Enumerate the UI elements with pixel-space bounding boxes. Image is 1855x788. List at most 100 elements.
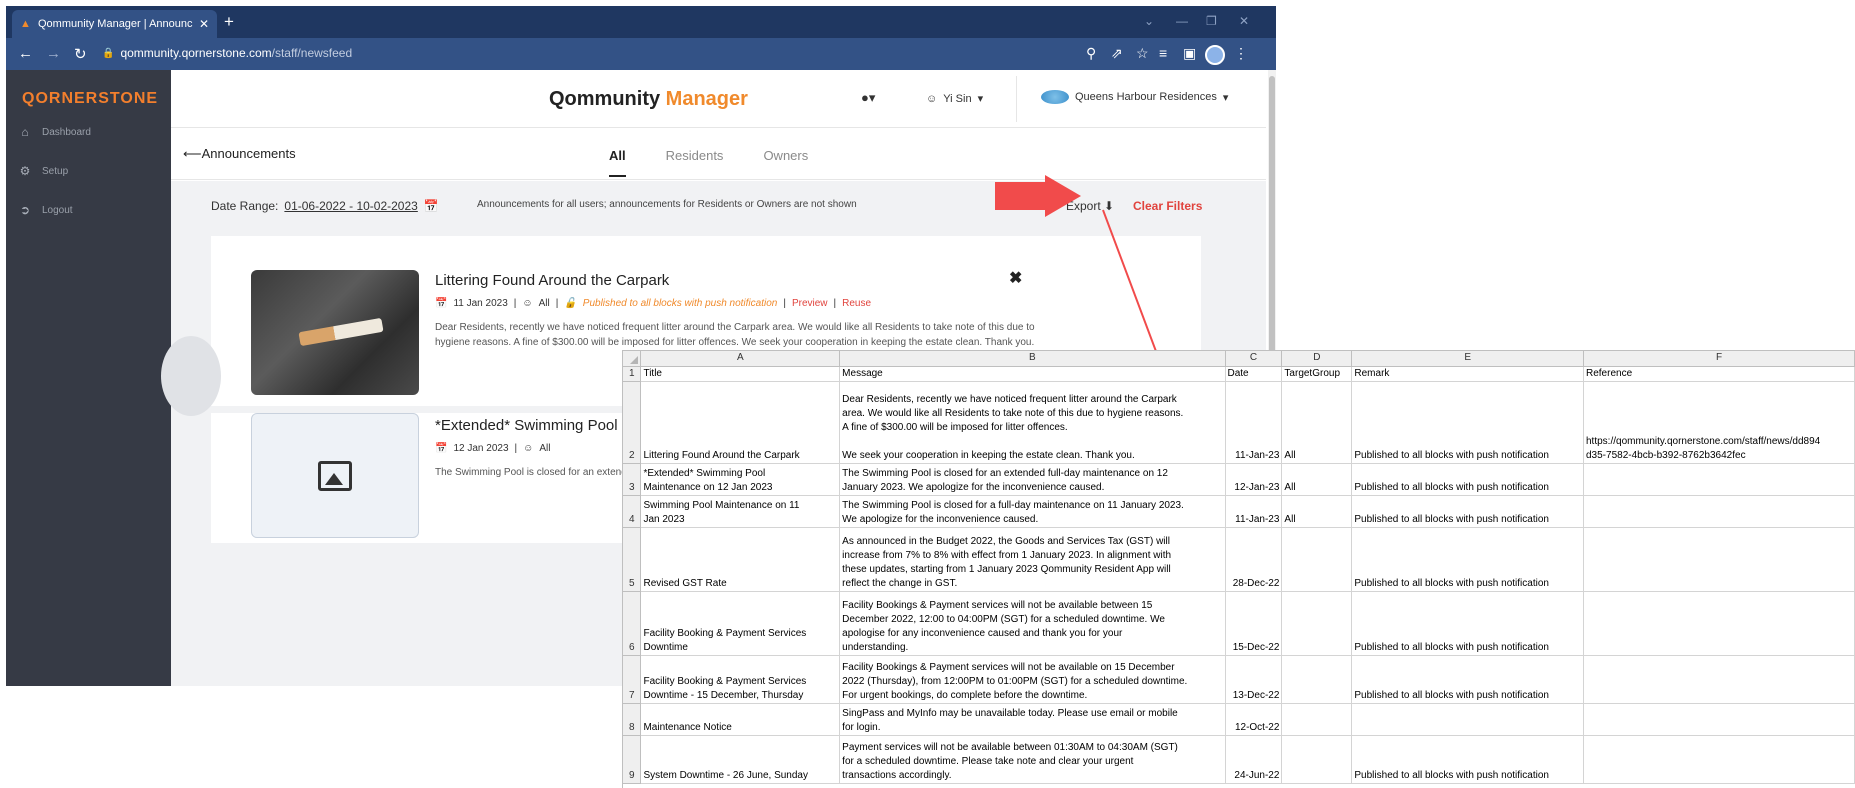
sheet-cell[interactable] [1583,735,1855,784]
column-header-c[interactable]: C [1225,351,1283,367]
sheet-cell[interactable]: SingPass and MyInfo may be unavailable t… [839,703,1226,736]
sheet-cell[interactable]: Facility Booking & Payment Services Down… [640,591,841,656]
sheet-cell[interactable]: Remark [1351,366,1584,382]
sheet-cell[interactable]: As announced in the Budget 2022, the Goo… [839,527,1226,592]
sheet-cell[interactable] [1281,735,1353,784]
window-close-icon[interactable]: ✕ [1239,14,1249,28]
sheet-cell[interactable] [1281,703,1353,736]
profile-avatar[interactable] [1205,45,1225,65]
sheet-cell[interactable]: Dear Residents, recently we have noticed… [839,381,1226,464]
side-panel-icon[interactable]: ▣ [1183,45,1196,62]
sheet-cell[interactable]: All [1281,463,1353,496]
qornerstone-logo[interactable]: QORNERSTONE [22,90,158,108]
user-menu[interactable]: ☺ Yi Sin ▾ [926,92,983,106]
sheet-cell[interactable] [1281,527,1353,592]
url-field[interactable]: 🔒 qommunity.qornerstone.com/staff/newsfe… [102,46,352,60]
sheet-cell[interactable] [1351,703,1584,736]
sidebar-item-setup[interactable]: ⚙ Setup [18,164,69,178]
column-header-d[interactable]: D [1281,351,1353,367]
carousel-control[interactable] [161,336,221,416]
sheet-cell[interactable] [1583,655,1855,704]
browser-menu-icon[interactable]: ⋮ [1234,45,1248,62]
sheet-cell[interactable] [1583,495,1855,528]
bookmark-star-icon[interactable]: ☆ [1136,45,1149,62]
close-tab-icon[interactable]: ✕ [199,17,209,31]
reading-list-icon[interactable]: ≡ [1159,45,1167,61]
restore-icon[interactable]: ❐ [1206,14,1217,28]
select-all-corner[interactable] [623,351,642,367]
date-range-value[interactable]: 01-06-2022 - 10-02-2023 [284,199,417,213]
tab-all[interactable]: All [609,148,626,177]
sheet-cell[interactable]: Maintenance Notice [640,703,841,736]
sheet-cell[interactable]: Littering Found Around the Carpark [640,381,841,464]
sheet-cell[interactable] [1583,591,1855,656]
sheet-cell[interactable]: All [1281,495,1353,528]
sheet-cell[interactable]: Reference [1583,366,1855,382]
column-header-a[interactable]: A [640,351,841,367]
sheet-cell[interactable] [1583,703,1855,736]
back-arrow-icon[interactable]: ← [18,45,33,62]
reload-icon[interactable]: ↻ [74,45,87,63]
sheet-cell[interactable]: Revised GST Rate [640,527,841,592]
calendar-icon[interactable]: 📅 [424,199,439,213]
sheet-cell[interactable]: System Downtime - 26 June, Sunday [640,735,841,784]
sheet-cell[interactable] [1281,655,1353,704]
language-globe-icon[interactable]: ●▾ [861,90,875,106]
scrollbar-thumb[interactable] [1269,76,1275,376]
sheet-cell[interactable]: 13-Dec-22 [1225,655,1283,704]
sheet-cell[interactable]: Published to all blocks with push notifi… [1351,735,1584,784]
row-number[interactable]: 1 [623,366,642,382]
sheet-cell[interactable]: All [1281,381,1353,464]
row-number[interactable]: 5 [623,527,642,592]
sheet-cell[interactable] [1583,463,1855,496]
sheet-cell[interactable]: Message [839,366,1226,382]
sheet-cell[interactable]: 12-Jan-23 [1225,463,1283,496]
sheet-cell[interactable]: Swimming Pool Maintenance on 11 Jan 2023 [640,495,841,528]
sheet-cell[interactable]: Date [1225,366,1283,382]
column-header-e[interactable]: E [1351,351,1584,367]
column-header-f[interactable]: F [1583,351,1855,367]
sheet-cell[interactable]: Facility Booking & Payment Services Down… [640,655,841,704]
row-number[interactable]: 9 [623,735,642,784]
sheet-cell[interactable]: 11-Jan-23 [1225,381,1283,464]
row-number[interactable]: 6 [623,591,642,656]
row-number[interactable]: 2 [623,381,642,464]
sheet-cell[interactable] [1583,527,1855,592]
preview-link[interactable]: Preview [792,298,828,309]
row-number[interactable]: 8 [623,703,642,736]
sheet-cell[interactable]: Published to all blocks with push notifi… [1351,655,1584,704]
sheet-cell[interactable]: https://qommunity.qornerstone.com/staff/… [1583,381,1855,464]
sidebar-item-logout[interactable]: ➲ Logout [18,203,73,217]
sheet-cell[interactable]: Published to all blocks with push notifi… [1351,381,1584,464]
sheet-cell[interactable]: The Swimming Pool is closed for a full-d… [839,495,1226,528]
forward-arrow-icon[interactable]: → [46,45,61,62]
row-number[interactable]: 3 [623,463,642,496]
row-number[interactable]: 7 [623,655,642,704]
clear-filters-button[interactable]: Clear Filters [1133,199,1202,213]
minimize-icon[interactable]: — [1176,14,1188,28]
column-header-b[interactable]: B [839,351,1226,367]
sheet-cell[interactable]: 28-Dec-22 [1225,527,1283,592]
sheet-cell[interactable] [1281,591,1353,656]
sheet-cell[interactable]: 11-Jan-23 [1225,495,1283,528]
sheet-cell[interactable]: 12-Oct-22 [1225,703,1283,736]
sheet-cell[interactable]: Title [640,366,841,382]
sheet-cell[interactable]: Published to all blocks with push notifi… [1351,591,1584,656]
tab-residents[interactable]: Residents [666,148,724,177]
browser-tab[interactable]: ▲ Qommunity Manager | Announce ✕ [12,10,217,38]
property-selector[interactable]: Queens Harbour Residences ▾ [1041,90,1228,104]
sheet-cell[interactable]: Facility Bookings & Payment services wil… [839,655,1226,704]
tab-owners[interactable]: Owners [763,148,808,177]
sheet-cell[interactable]: 15-Dec-22 [1225,591,1283,656]
sheet-cell[interactable]: Published to all blocks with push notifi… [1351,527,1584,592]
sheet-cell[interactable]: Facility Bookings & Payment services wil… [839,591,1226,656]
row-number[interactable]: 4 [623,495,642,528]
sheet-cell[interactable]: Published to all blocks with push notifi… [1351,495,1584,528]
sheet-cell[interactable]: Published to all blocks with push notifi… [1351,463,1584,496]
reuse-link[interactable]: Reuse [842,298,871,309]
new-tab-icon[interactable]: + [224,12,234,32]
sheet-cell[interactable]: *Extended* Swimming Pool Maintenance on … [640,463,841,496]
date-range-filter[interactable]: Date Range: 01-06-2022 - 10-02-2023 📅 [211,199,439,213]
sheet-cell[interactable]: TargetGroup [1281,366,1353,382]
delete-announcement-icon[interactable]: ✖ [1009,268,1022,288]
